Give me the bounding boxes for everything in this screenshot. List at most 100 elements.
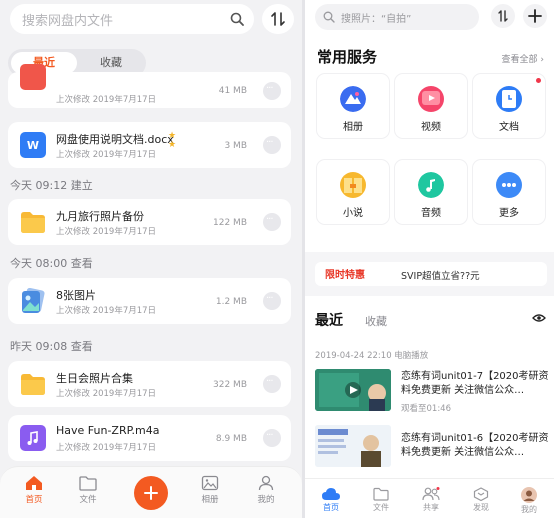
add-button[interactable]: [134, 476, 168, 510]
file-card-audio[interactable]: Have Fun-ZRP.m4a 上次修改 2019年7月17日 8.9 MB: [8, 415, 291, 461]
video-thumbnail[interactable]: [315, 425, 391, 467]
nav-share-label: 共享: [423, 503, 439, 512]
nav-mine-label: 我的: [521, 505, 537, 514]
home-icon: [26, 476, 42, 490]
file-search-input[interactable]: 搜索网盘内文件: [10, 4, 254, 34]
nav-home[interactable]: 首页: [313, 487, 349, 513]
section-header: 昨天 09:08 查看: [10, 340, 93, 353]
video-thumbnail[interactable]: [315, 369, 391, 411]
file-name: 网盘使用说明文档.docx: [56, 133, 174, 146]
file-card-partial[interactable]: 上次修改 2019年7月17日 41 MB: [8, 64, 291, 108]
right-screen: 搜照片：“自拍” 常用服务 查看全部 › 相册 视频 文档 小说 音频 更多 限…: [305, 0, 554, 518]
folder-outline-icon: [79, 476, 97, 491]
sort-button[interactable]: [491, 4, 515, 28]
tab-favorites[interactable]: 收藏: [365, 313, 387, 329]
service-novels[interactable]: 小说: [317, 160, 389, 224]
video-preview-icon: [315, 425, 391, 467]
tab-recent[interactable]: 最近: [315, 310, 343, 330]
plus-icon: [528, 9, 542, 23]
search-icon: [230, 12, 244, 26]
view-all-label: 查看全部: [501, 55, 538, 65]
file-size: 3 MB: [224, 141, 247, 151]
file-card-docx[interactable]: W 网盘使用说明文档.docx ★ ★ 上次修改 2019年7月17日 3 MB: [8, 122, 291, 168]
file-size: 322 MB: [213, 380, 247, 390]
file-size: 41 MB: [218, 86, 247, 96]
avatar: [521, 487, 537, 503]
file-card-folder-birthday[interactable]: 生日会照片合集 上次修改 2019年7月17日 322 MB: [8, 361, 291, 407]
more-options-button[interactable]: [263, 136, 281, 154]
nav-mine[interactable]: 我的: [511, 487, 547, 515]
nav-share[interactable]: 共享: [413, 487, 449, 513]
more-options-button[interactable]: [263, 82, 281, 100]
bottom-nav: 首页 文件 共享 发现 我的: [305, 478, 554, 518]
discover-cube-icon: [473, 487, 489, 501]
watch-progress: 观看至01:46: [401, 404, 451, 414]
nav-home-label: 首页: [323, 503, 339, 512]
eye-icon[interactable]: [532, 313, 546, 323]
nav-home[interactable]: 首页: [12, 475, 56, 505]
service-audio[interactable]: 音频: [395, 160, 467, 224]
image-gallery-icon: [22, 288, 45, 313]
nav-files-label: 文件: [373, 503, 389, 512]
more-options-button[interactable]: [263, 429, 281, 447]
album-icon: [340, 86, 366, 112]
nav-files[interactable]: 文件: [66, 475, 110, 505]
favorite-star-icon: ★ ★: [168, 131, 177, 150]
file-name: Have Fun-ZRP.m4a: [56, 424, 160, 437]
file-size: 122 MB: [213, 218, 247, 228]
document-icon: [496, 86, 522, 112]
photo-search-input[interactable]: 搜照片：“自拍”: [315, 4, 479, 30]
nav-discover[interactable]: 发现: [463, 487, 499, 513]
more-options-button[interactable]: [263, 292, 281, 310]
book-icon: [340, 172, 366, 198]
search-icon: [323, 11, 335, 23]
folder-icon: [21, 212, 45, 233]
recent-meta: 2019-04-24 22:10 电脑播放: [315, 351, 429, 361]
nav-photos-label: 相册: [201, 495, 219, 505]
share-people-icon: [422, 487, 440, 501]
service-video[interactable]: 视频: [395, 74, 467, 138]
more-dots-icon: [496, 172, 522, 198]
word-doc-icon: W: [20, 132, 46, 158]
audio-icon: [418, 172, 444, 198]
svg-text:W: W: [27, 139, 39, 152]
view-all-link[interactable]: 查看全部 ›: [502, 52, 545, 65]
sort-button[interactable]: [262, 4, 294, 34]
service-label: 更多: [499, 208, 519, 219]
play-icon: [315, 369, 391, 411]
video-title[interactable]: 恋练有词unit01-6【2020考研资料免费更新 关注微信公众…: [401, 432, 549, 460]
service-label: 相册: [343, 122, 363, 133]
more-options-button[interactable]: [263, 213, 281, 231]
file-size: 8.9 MB: [215, 434, 247, 444]
service-photos[interactable]: 相册: [317, 74, 389, 138]
nav-mine[interactable]: 我的: [244, 475, 288, 505]
bottom-nav: 首页 文件 相册 我的: [0, 466, 302, 518]
file-date: 上次修改 2019年7月17日: [56, 443, 157, 453]
file-date: 上次修改 2019年7月17日: [56, 227, 157, 237]
cloud-icon: [322, 488, 340, 500]
promo-text: SVIP超值立省??元: [401, 271, 480, 282]
add-button[interactable]: [523, 4, 547, 28]
video-title[interactable]: 恋练有词unit01-7【2020考研资料免费更新 关注微信公众…: [401, 370, 549, 398]
service-label: 小说: [343, 208, 363, 219]
file-card-images[interactable]: 8张图片 上次修改 2019年7月17日 1.2 MB: [8, 278, 291, 324]
nav-photos[interactable]: 相册: [188, 475, 232, 505]
file-name: 九月旅行照片备份: [56, 210, 144, 223]
tab-favorites[interactable]: 收藏: [78, 52, 144, 74]
service-label: 文档: [499, 122, 519, 133]
search-placeholder: 搜照片：“自拍”: [341, 14, 412, 25]
notification-dot: [536, 78, 541, 83]
file-date: 上次修改 2019年7月17日: [56, 389, 157, 399]
promo-banner[interactable]: 限时特惠 SVIP超值立省??元: [315, 262, 547, 286]
sort-icon: [498, 10, 508, 22]
nav-files[interactable]: 文件: [363, 487, 399, 513]
promo-tag: 限时特惠: [325, 270, 365, 281]
file-size: 1.2 MB: [215, 297, 247, 307]
video-icon: [418, 86, 444, 112]
service-documents[interactable]: 文档: [473, 74, 545, 138]
service-more[interactable]: 更多: [473, 160, 545, 224]
file-date: 上次修改 2019年7月17日: [56, 150, 157, 160]
folder-outline-icon: [373, 487, 389, 501]
more-options-button[interactable]: [263, 375, 281, 393]
file-card-folder-travel[interactable]: 九月旅行照片备份 上次修改 2019年7月17日 122 MB: [8, 199, 291, 245]
